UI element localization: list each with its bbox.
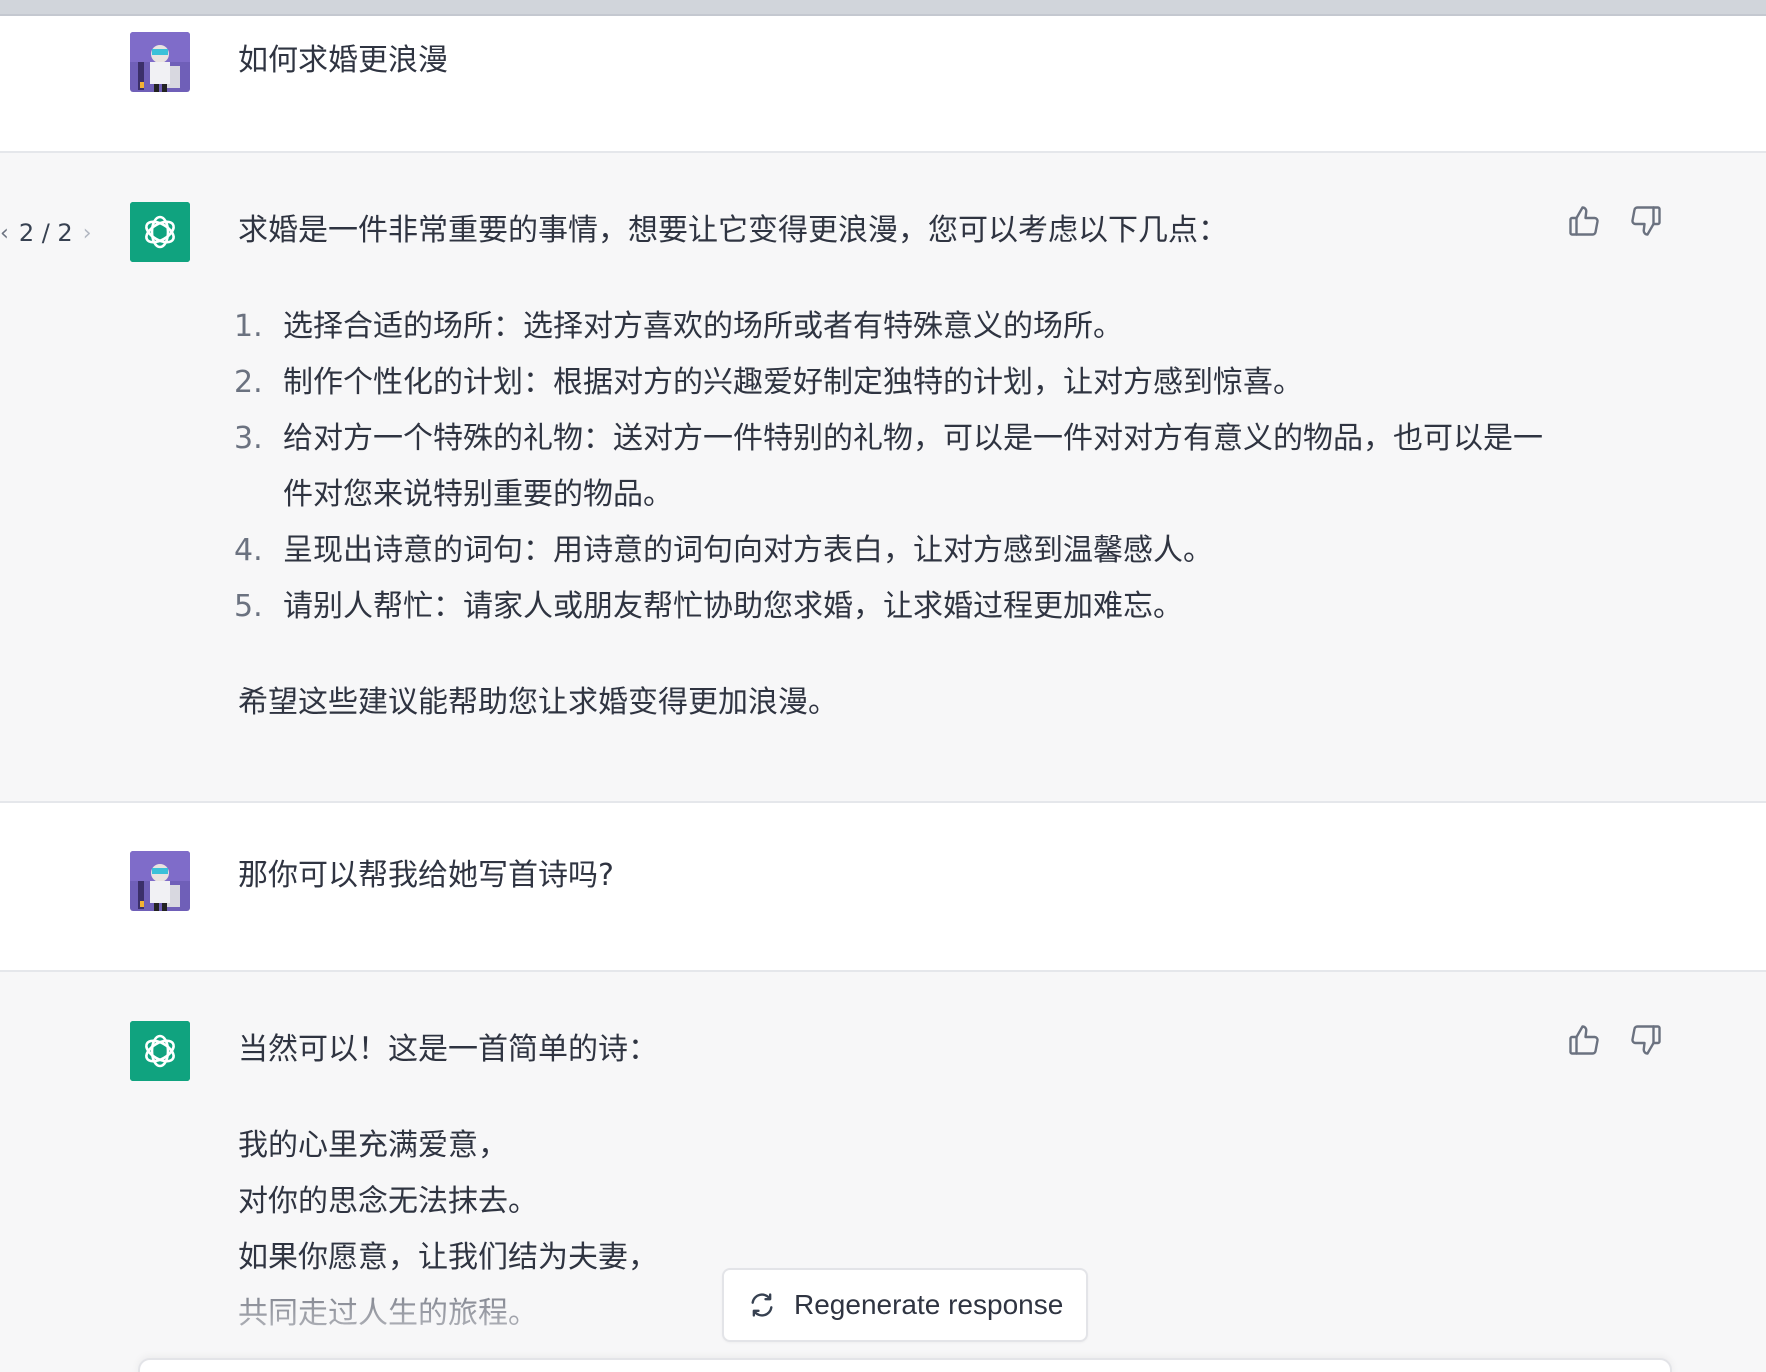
feedback-actions <box>1566 1022 1664 1058</box>
message-input[interactable] <box>138 1358 1672 1372</box>
list-number: 4. <box>234 533 263 568</box>
assistant-message-1: ‹ 2 / 2 › 求婚是一件非常重要的事情，想要让它变得更浪漫，您可以考虑以下… <box>0 153 1766 801</box>
openai-logo-icon <box>130 1021 190 1081</box>
list-item: 4. 呈现出诗意的词句：用诗意的词句向对方表白，让对方感到温馨感人。 <box>230 523 1550 579</box>
list-item: 5. 请别人帮忙：请家人或朋友帮忙协助您求婚，让求婚过程更加难忘。 <box>230 579 1550 635</box>
thumbs-up-icon[interactable] <box>1566 1022 1602 1058</box>
thumbs-down-icon[interactable] <box>1628 1022 1664 1058</box>
assistant-intro: 当然可以！这是一首简单的诗： <box>238 1032 658 1067</box>
assistant-intro: 求婚是一件非常重要的事情，想要让它变得更浪漫，您可以考虑以下几点： <box>238 213 1228 248</box>
assistant-outro: 希望这些建议能帮助您让求婚变得更加浪漫。 <box>238 685 838 720</box>
chevron-left-icon[interactable]: ‹ <box>0 221 9 246</box>
refresh-icon <box>751 1293 773 1317</box>
poem-line: 我的心里充满爱意， <box>238 1128 508 1163</box>
chat-page: 如何求婚更浪漫 ‹ 2 / 2 › 求婚是一件非常重要的事情，想要让它变得更浪漫… <box>0 0 1766 1372</box>
list-item-text: 给对方一个特殊的礼物：送对方一件特别的礼物，可以是一件对对方有意义的物品，也可以… <box>283 421 1543 512</box>
list-number: 5. <box>234 589 263 624</box>
list-item: 3. 给对方一个特殊的礼物：送对方一件特别的礼物，可以是一件对对方有意义的物品，也… <box>230 411 1550 523</box>
thumbs-down-icon[interactable] <box>1628 203 1664 239</box>
list-number: 1. <box>234 309 263 344</box>
pager-count: 2 / 2 <box>18 219 73 247</box>
assistant-avatar <box>130 1021 190 1081</box>
user-message-text: 如何求婚更浪漫 <box>238 43 448 78</box>
feedback-actions <box>1566 203 1664 239</box>
user-avatar <box>130 851 190 911</box>
suggestion-list: 1. 选择合适的场所：选择对方喜欢的场所或者有特殊意义的场所。 2. 制作个性化的计… <box>230 299 1550 635</box>
list-item-text: 请别人帮忙：请家人或朋友帮忙协助您求婚，让求婚过程更加难忘。 <box>283 589 1183 624</box>
assistant-avatar <box>130 202 190 262</box>
list-number: 3. <box>234 421 263 456</box>
chevron-right-icon[interactable]: › <box>83 221 92 246</box>
regenerate-label: Regenerate response <box>794 1289 1064 1320</box>
response-pager: ‹ 2 / 2 › <box>0 217 92 249</box>
list-number: 2. <box>234 365 263 400</box>
user-message-1: 如何求婚更浪漫 <box>0 16 1766 151</box>
user-message-text: 那你可以帮我给她写首诗吗? <box>238 858 614 893</box>
list-item-text: 呈现出诗意的词句：用诗意的词句向对方表白，让对方感到温馨感人。 <box>283 533 1213 568</box>
poem-line: 对你的思念无法抹去。 <box>238 1184 538 1219</box>
thumbs-up-icon[interactable] <box>1566 203 1602 239</box>
regenerate-button[interactable]: Regenerate response <box>722 1268 1088 1342</box>
openai-logo-icon <box>130 202 190 262</box>
top-bar <box>0 0 1766 16</box>
list-item-text: 制作个性化的计划：根据对方的兴趣爱好制定独特的计划，让对方感到惊喜。 <box>283 365 1303 400</box>
user-message-2: 那你可以帮我给她写首诗吗? <box>0 803 1766 970</box>
user-avatar <box>130 32 190 92</box>
list-item: 1. 选择合适的场所：选择对方喜欢的场所或者有特殊意义的场所。 <box>230 299 1550 355</box>
list-item-text: 选择合适的场所：选择对方喜欢的场所或者有特殊意义的场所。 <box>283 309 1123 344</box>
list-item: 2. 制作个性化的计划：根据对方的兴趣爱好制定独特的计划，让对方感到惊喜。 <box>230 355 1550 411</box>
